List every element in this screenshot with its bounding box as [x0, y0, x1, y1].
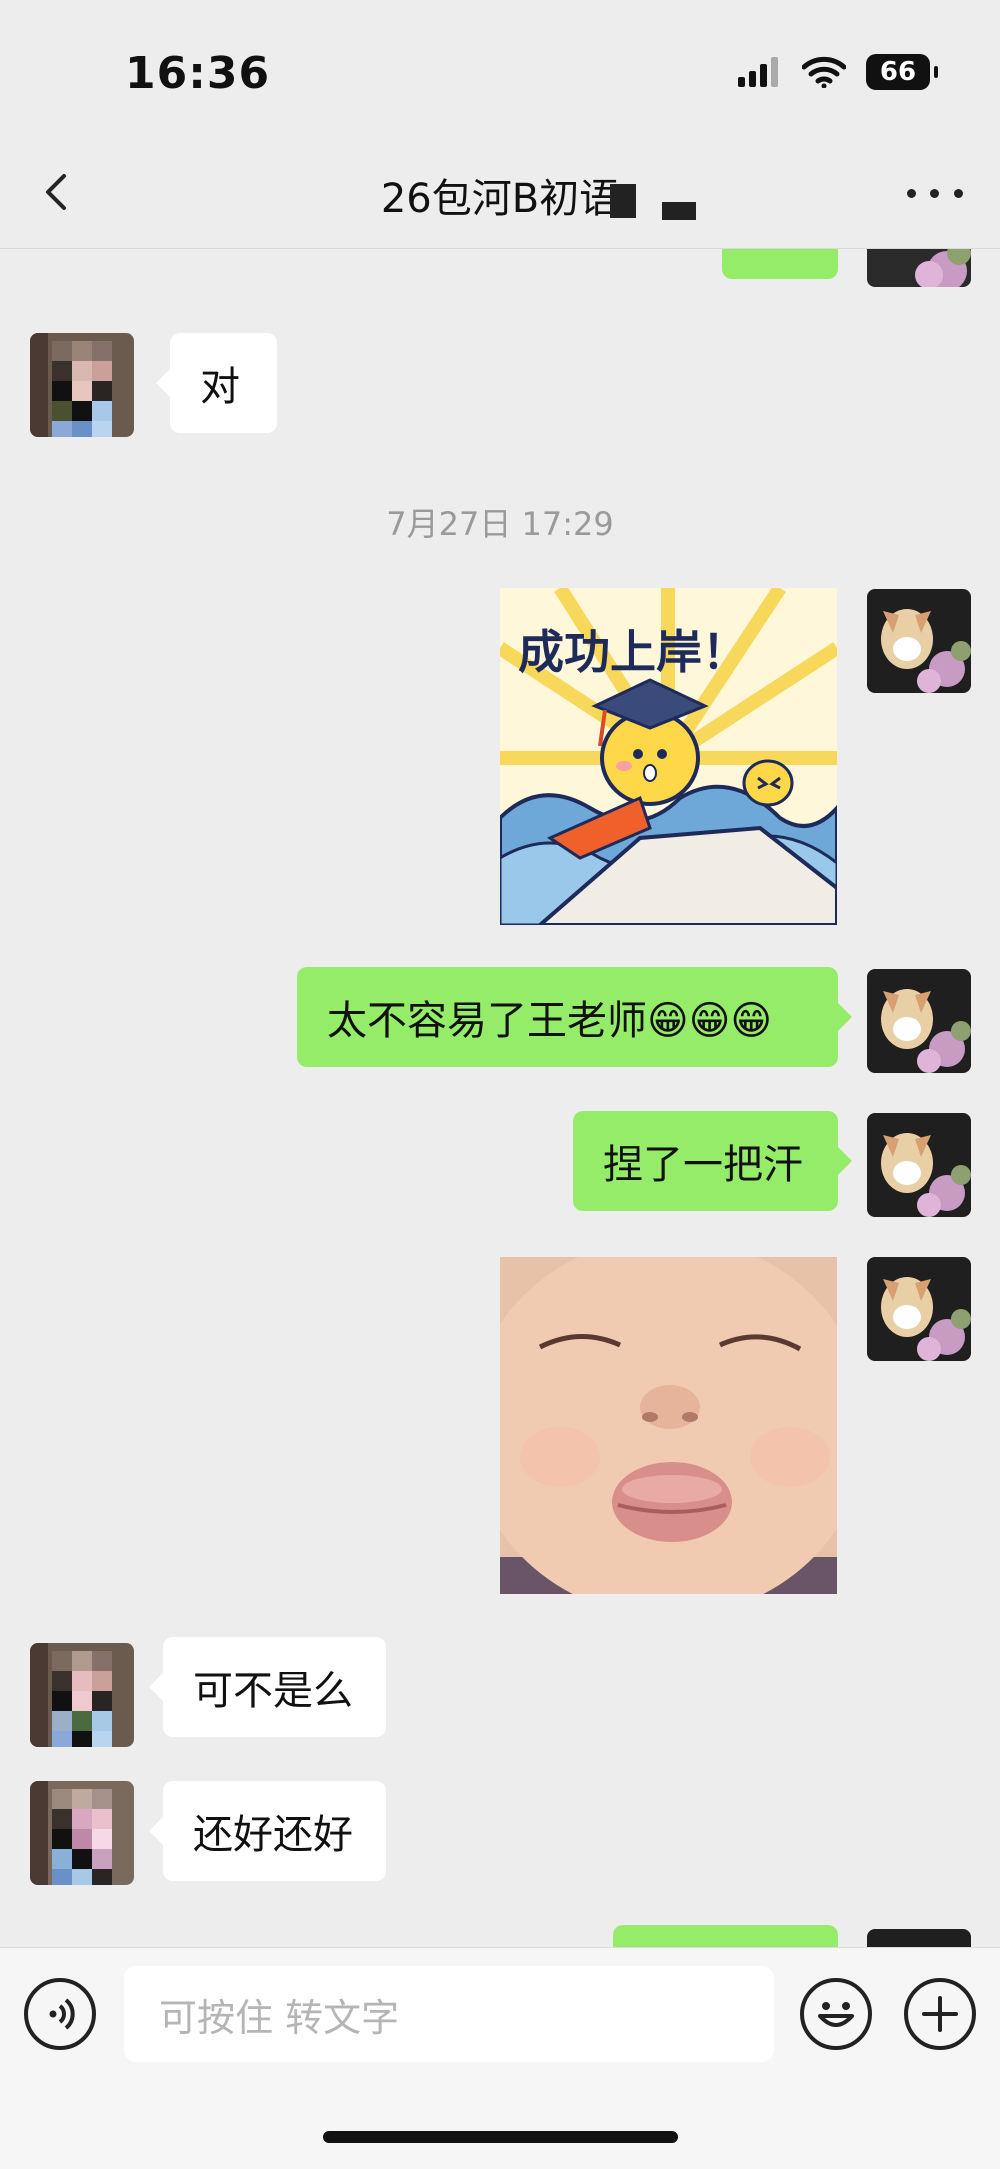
sticker-message[interactable]: 成功上岸！ — [500, 588, 837, 925]
avatar-self[interactable] — [867, 969, 971, 1073]
plus-button[interactable] — [904, 1978, 976, 2050]
avatar-self[interactable] — [867, 1929, 971, 1947]
cellular-signal-icon — [738, 57, 778, 87]
message-bubble-self[interactable] — [722, 249, 838, 279]
title-mosaic — [662, 202, 696, 220]
avatar-self[interactable] — [867, 1113, 971, 1217]
wifi-icon — [802, 56, 846, 88]
input-placeholder: 可按住 转文字 — [159, 1995, 400, 2040]
message-timestamp: 7月27日 17:29 — [386, 505, 614, 543]
message-text: 可不是么 — [193, 1668, 353, 1714]
voice-icon — [49, 1998, 75, 2030]
chat-header: 26包河B初语 — [0, 140, 1000, 249]
emoji-button[interactable] — [800, 1978, 872, 2050]
status-icons: 66 — [738, 54, 938, 90]
emoji-icon — [818, 2002, 854, 2027]
plus-icon — [922, 1996, 958, 2032]
message-bubble-contact[interactable]: 还好还好 — [149, 1781, 386, 1881]
chat-title[interactable]: 26包河B初语 — [0, 166, 1000, 224]
avatar-self[interactable] — [867, 589, 971, 693]
message-text: 捏了一把汗 — [603, 1142, 803, 1188]
message-text: 太不容易了王老师😁😁😁 — [327, 998, 773, 1044]
message-bubble-self[interactable]: 捏了一把汗 — [573, 1111, 852, 1211]
avatar-contact[interactable] — [30, 1643, 134, 1747]
battery-indicator: 66 — [866, 54, 938, 90]
message-bubble-contact[interactable]: 可不是么 — [149, 1637, 386, 1737]
more-dots-icon — [907, 188, 917, 198]
home-indicator[interactable] — [323, 2131, 678, 2143]
more-button[interactable] — [900, 168, 970, 218]
avatar-self[interactable] — [867, 1257, 971, 1361]
chat-message-list[interactable]: 对 7月27日 17:29 成功上岸！ 太不容易了王老师😁😁😁 捏了一把汗 可不… — [0, 249, 1000, 1947]
message-bubble-self[interactable]: 太不容易了王老师😁😁😁 — [297, 967, 852, 1067]
message-input[interactable]: 可按住 转文字 — [124, 1966, 774, 2062]
avatar-self[interactable] — [867, 249, 971, 287]
message-text: 对 — [200, 364, 240, 410]
message-bubble-self[interactable] — [613, 1925, 838, 1947]
avatar-contact[interactable] — [30, 333, 134, 437]
message-bubble-contact[interactable]: 对 — [156, 333, 277, 433]
status-time: 16:36 — [125, 48, 271, 99]
title-mosaic — [610, 184, 636, 218]
sticker-message[interactable] — [500, 1257, 837, 1594]
avatar-contact[interactable] — [30, 1781, 134, 1885]
voice-button[interactable] — [24, 1978, 96, 2050]
sticker-caption: 成功上岸！ — [518, 625, 748, 679]
status-bar: 16:36 66 — [0, 0, 1000, 140]
message-text: 还好还好 — [193, 1812, 353, 1858]
